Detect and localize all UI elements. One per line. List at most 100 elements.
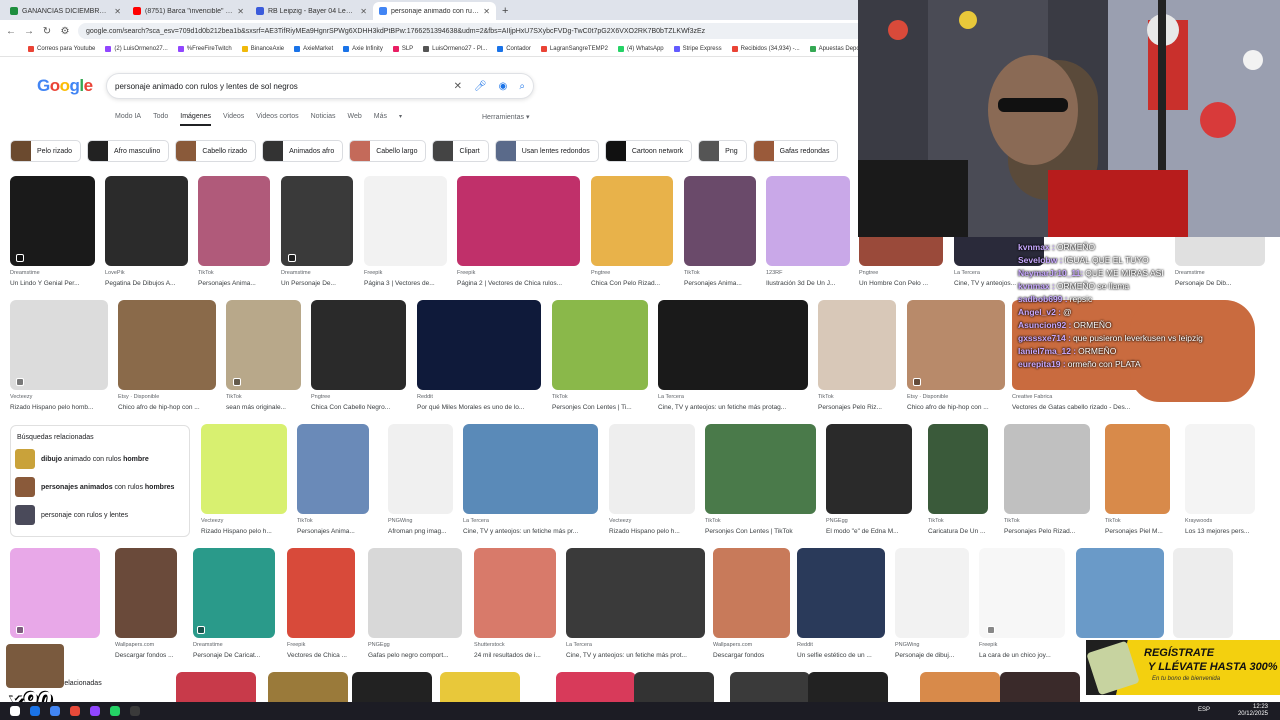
image-caption[interactable]: Personaje De Caricat...: [193, 652, 275, 659]
image-thumbnail[interactable]: [1105, 424, 1170, 514]
image-thumbnail[interactable]: [684, 176, 756, 266]
image-source[interactable]: Etsy · Disponible: [907, 394, 1005, 400]
image-thumbnail[interactable]: [388, 424, 453, 514]
forward-icon[interactable]: →: [24, 26, 34, 37]
taskbar-app-icon[interactable]: [10, 706, 20, 716]
image-source[interactable]: Kraywoods: [1185, 518, 1255, 524]
image-source[interactable]: Wallpapers.com: [115, 642, 177, 648]
bookmark-item[interactable]: (4) WhatsApp: [617, 46, 664, 52]
refinement-chip[interactable]: Animados afro: [262, 140, 344, 162]
image-thumbnail[interactable]: [907, 300, 1005, 390]
image-source[interactable]: TikTok: [1105, 518, 1170, 524]
image-source[interactable]: LovePik: [105, 270, 188, 276]
image-result[interactable]: Dreamstime Personaje De Caricat...: [193, 548, 275, 662]
refinement-chip[interactable]: Cabello largo: [349, 140, 427, 162]
image-thumbnail[interactable]: [797, 548, 885, 638]
image-thumbnail[interactable]: [193, 548, 275, 638]
microphone-icon[interactable]: 🎤︎: [474, 81, 487, 92]
image-result-partial[interactable]: [440, 672, 520, 702]
image-result-partial[interactable]: [352, 672, 432, 702]
image-caption[interactable]: Un Hombre Con Pelo ...: [859, 280, 943, 287]
image-result[interactable]: Pngtree Chica Con Pelo Rizad...: [591, 176, 673, 290]
image-source[interactable]: TikTok: [705, 518, 816, 524]
tab-noticias[interactable]: Noticias: [311, 113, 336, 126]
image-thumbnail[interactable]: [1004, 424, 1090, 514]
image-caption[interactable]: Un Personaje De...: [281, 280, 353, 287]
image-source[interactable]: Dreamstime: [281, 270, 353, 276]
image-thumbnail[interactable]: [115, 548, 177, 638]
related-search-item[interactable]: personajes animados con rulos hombres: [11, 473, 189, 501]
image-result[interactable]: Wallpapers.com Descargar fondos ...: [115, 548, 177, 662]
taskbar-app-icon[interactable]: [30, 706, 40, 716]
related-search-item[interactable]: personaje con rulos y lentes: [11, 501, 189, 529]
bookmark-item[interactable]: LuisOrmeno27 - Pl...: [423, 46, 487, 52]
image-thumbnail[interactable]: [10, 300, 108, 390]
image-thumbnail[interactable]: [826, 424, 912, 514]
image-result[interactable]: 123RF Ilustración 3d De Un J...: [766, 176, 850, 290]
image-thumbnail[interactable]: [1185, 424, 1255, 514]
tab-imágenes[interactable]: Imágenes: [180, 113, 212, 126]
image-caption[interactable]: Afroman png imag...: [388, 528, 453, 535]
bookmark-item[interactable]: (2) LuisOrmeno27...: [105, 46, 168, 52]
image-caption[interactable]: Cine, TV y anteojos: un fetiche más pr..…: [463, 528, 598, 535]
image-result[interactable]: Dreamstime Un Lindo Y Genial Per...: [10, 176, 95, 290]
image-result[interactable]: Freepik Página 3 | Vectores de...: [364, 176, 447, 290]
image-source[interactable]: TikTok: [818, 394, 896, 400]
image-result[interactable]: Kraywoods Los 13 mejores pers...: [1185, 424, 1255, 538]
image-result[interactable]: Etsy · Disponible Chico afro de hip-hop c…: [907, 300, 1005, 414]
image-caption[interactable]: Personajes Anima...: [684, 280, 756, 287]
refinement-chip[interactable]: Usan lentes redondos: [494, 140, 599, 162]
bookmark-item[interactable]: Stripe Express: [673, 46, 722, 52]
image-source[interactable]: 123RF: [766, 270, 850, 276]
image-result[interactable]: PNGWing Personaje de dibuj...: [895, 548, 969, 662]
reload-icon[interactable]: ↻: [42, 26, 52, 37]
image-result[interactable]: Freepik Vectores de Chica ...: [287, 548, 355, 662]
image-result-partial[interactable]: [730, 672, 810, 702]
image-thumbnail[interactable]: [105, 176, 188, 266]
image-result[interactable]: PNGWing Afroman png imag...: [388, 424, 453, 538]
image-result[interactable]: TikTok Personajes Anima...: [684, 176, 756, 290]
image-thumbnail[interactable]: [311, 300, 406, 390]
image-thumbnail[interactable]: [658, 300, 808, 390]
image-source[interactable]: TikTok: [297, 518, 369, 524]
image-caption[interactable]: Ilustración 3d De Un J...: [766, 280, 850, 287]
refinement-chip[interactable]: Clipart: [432, 140, 489, 162]
image-result[interactable]: TikTok Personajes Anima...: [297, 424, 369, 538]
language-indicator[interactable]: ESP: [1198, 707, 1210, 713]
image-source[interactable]: La Tercera: [658, 394, 808, 400]
search-box[interactable]: personaje animado con rulos y lentes de …: [106, 73, 534, 99]
image-source[interactable]: PNGWing: [388, 518, 453, 524]
image-caption[interactable]: Personjes Con Lentes | Ti...: [552, 404, 648, 411]
image-thumbnail[interactable]: [118, 300, 216, 390]
refinement-chip[interactable]: Png: [698, 140, 747, 162]
image-source[interactable]: Vecteezy: [201, 518, 287, 524]
image-thumbnail[interactable]: [591, 176, 673, 266]
tab-close-icon[interactable]: ✕: [483, 7, 490, 16]
image-result[interactable]: PNGEgg Gafas pelo negro comport...: [368, 548, 462, 662]
image-caption[interactable]: Pegatina De Dibujos A...: [105, 280, 188, 287]
image-source[interactable]: TikTok: [226, 394, 301, 400]
image-thumbnail[interactable]: [818, 300, 896, 390]
image-caption[interactable]: 24 mil resultados de i...: [474, 652, 556, 659]
image-result[interactable]: Shutterstock 24 mil resultados de i...: [474, 548, 556, 662]
image-result[interactable]: TikTok Personajes Anima...: [198, 176, 270, 290]
image-thumbnail[interactable]: [10, 548, 100, 638]
image-thumbnail[interactable]: [766, 176, 850, 266]
camera-lens-icon[interactable]: ◉: [499, 81, 508, 92]
image-caption[interactable]: Un selfie estético de un ...: [797, 652, 885, 659]
image-caption[interactable]: Personajes Pelo Riz...: [818, 404, 896, 411]
image-caption[interactable]: Cine, TV y anteojos: un fetiche más prot…: [658, 404, 808, 411]
image-result-partial[interactable]: [920, 672, 1000, 702]
image-caption[interactable]: Página 3 | Vectores de...: [364, 280, 447, 287]
image-source[interactable]: PNGEgg: [368, 642, 462, 648]
image-result[interactable]: Etsy · Disponible Chico afro de hip-hop c…: [118, 300, 216, 414]
image-caption[interactable]: Personajes Piel M...: [1105, 528, 1170, 535]
image-thumbnail[interactable]: [979, 548, 1065, 638]
image-result[interactable]: Reddit Por qué Miles Morales es uno de lo…: [417, 300, 541, 414]
bookmark-item[interactable]: SLP: [392, 46, 413, 52]
image-source[interactable]: TikTok: [1004, 518, 1090, 524]
image-thumbnail[interactable]: [226, 300, 301, 390]
image-source[interactable]: TikTok: [198, 270, 270, 276]
image-source[interactable]: La Tercera: [566, 642, 705, 648]
clear-icon[interactable]: ✕: [454, 81, 462, 92]
